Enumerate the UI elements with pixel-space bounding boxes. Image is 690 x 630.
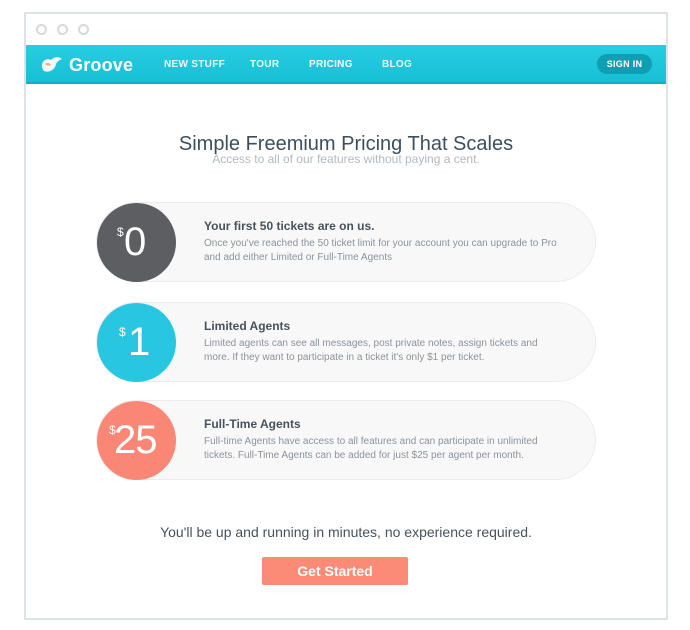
logo-text: Groove — [69, 54, 134, 75]
currency-symbol: $ — [119, 325, 126, 339]
page-subtitle: Access to all of our features without pa… — [212, 152, 480, 166]
price-amount: 0 — [124, 220, 146, 264]
nav-tour[interactable]: TOUR — [250, 59, 279, 70]
price-amount: 25 — [114, 418, 157, 462]
price-badge: $ 25 — [97, 401, 176, 480]
plan-description: Limited agents can see all messages, pos… — [204, 338, 538, 363]
currency-symbol: $ — [117, 225, 124, 239]
price-badge: $ 0 — [97, 203, 176, 282]
tagline: You'll be up and running in minutes, no … — [160, 524, 532, 540]
plan-card-free: $ 0 Your first 50 tickets are on us. Onc… — [96, 202, 596, 282]
window-chrome — [26, 14, 666, 45]
plan-card-limited: $ 1 Limited Agents Limited agents can se… — [96, 302, 596, 382]
window-maximize-dot[interactable] — [78, 24, 89, 35]
plan-card-full-time: $ 25 Full-Time Agents Full-time Agents h… — [96, 400, 596, 480]
logo[interactable]: Groove — [40, 54, 133, 76]
groove-logo-icon — [40, 55, 64, 75]
window-close-dot[interactable] — [36, 24, 47, 35]
nav-pricing[interactable]: PRICING — [309, 59, 353, 70]
nav-new-stuff[interactable]: NEW STUFF — [164, 59, 225, 70]
plan-title: Your first 50 tickets are on us. — [204, 219, 375, 233]
sign-in-button[interactable]: SIGN IN — [597, 54, 652, 74]
browser-window: Groove NEW STUFF TOUR PRICING BLOG SIGN … — [24, 12, 668, 620]
top-navbar: Groove NEW STUFF TOUR PRICING BLOG SIGN … — [26, 45, 666, 84]
plan-description: Once you've reached the 50 ticket limit … — [204, 238, 557, 263]
plan-title: Limited Agents — [204, 319, 291, 333]
window-minimize-dot[interactable] — [57, 24, 68, 35]
plan-title: Full-Time Agents — [204, 417, 301, 431]
nav-blog[interactable]: BLOG — [382, 59, 412, 70]
get-started-button[interactable]: Get Started — [262, 557, 408, 585]
price-badge: $ 1 — [97, 303, 176, 382]
price-amount: 1 — [128, 320, 150, 364]
plan-description: Full-time Agents have access to all feat… — [204, 436, 538, 461]
